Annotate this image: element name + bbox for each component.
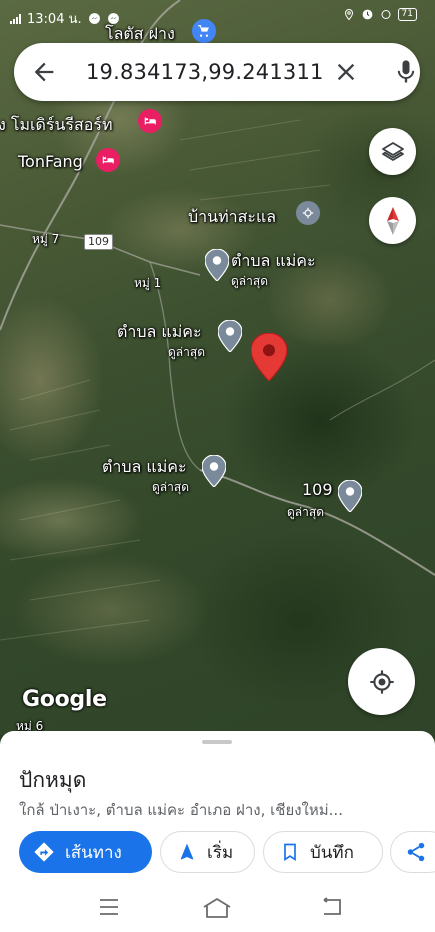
poi-label-resort[interactable]: ง โมเดิร์นรีสอร์ท: [0, 113, 113, 138]
place-title: ปักหมุด: [19, 768, 87, 792]
layers-icon: [381, 141, 404, 161]
place-label-tambon-3[interactable]: ตำบล แม่คะ: [102, 455, 187, 480]
compass-icon: [386, 206, 399, 235]
directions-button[interactable]: เส้นทาง: [19, 831, 152, 873]
battery-saver-icon: [381, 10, 391, 19]
alarm-icon: [362, 9, 372, 20]
village-label-moo1: หมู่ 1: [134, 276, 162, 290]
place-label-tambon-2[interactable]: ตำบล แม่คะ: [117, 320, 202, 345]
battery-level: 71: [397, 8, 417, 21]
messenger-icon: [107, 13, 119, 24]
layers-button[interactable]: [369, 128, 416, 175]
map-view[interactable]: โลตัส ฝาง ง โมเดิร์นรีสอร์ท TonFang บ้าน…: [0, 0, 435, 735]
place-sublabel-tambon-3: ดูล่าสุด: [152, 480, 190, 494]
place-sublabel-tambon-2: ดูล่าสุด: [168, 345, 206, 359]
place-sublabel-109: ดูล่าสุด: [287, 505, 325, 519]
start-button[interactable]: เริ่ม: [160, 831, 255, 873]
save-label: บันทึก: [310, 842, 354, 863]
status-bar: 13:04 น. 71: [0, 0, 435, 34]
home-icon[interactable]: [202, 897, 232, 919]
share-button[interactable]: [390, 831, 435, 873]
close-icon[interactable]: [332, 58, 360, 86]
search-bar[interactable]: 19.834173,99.241311: [14, 43, 420, 101]
route-badge-109: 109: [84, 234, 113, 250]
status-time: 13:04 น.: [27, 12, 82, 27]
recent-apps-icon[interactable]: [98, 897, 120, 917]
navigation-arrow-icon: [180, 843, 194, 860]
back-icon[interactable]: [320, 897, 344, 917]
google-attribution: Google: [22, 687, 107, 712]
place-label-109[interactable]: 109: [302, 480, 333, 499]
share-icon: [407, 842, 425, 862]
messenger-icon: [88, 13, 100, 24]
save-button[interactable]: บันทึก: [263, 831, 383, 873]
start-label: เริ่ม: [207, 842, 234, 863]
place-of-worship-icon[interactable]: [296, 201, 320, 225]
dropped-pin-icon[interactable]: [251, 333, 287, 381]
microphone-icon[interactable]: [392, 57, 420, 87]
map-pin-icon[interactable]: [218, 320, 242, 352]
place-address: ใกล้ ป่าเงาะ, ตำบล แม่คะ อำเภอ ฝาง, เชีย…: [19, 801, 343, 819]
bookmark-icon: [284, 843, 296, 862]
my-location-icon: [369, 669, 394, 694]
system-navigation-bar: [0, 885, 435, 932]
map-pin-icon[interactable]: [202, 455, 226, 487]
compass-button[interactable]: [369, 197, 416, 244]
search-query[interactable]: 19.834173,99.241311: [86, 60, 324, 84]
place-sublabel-tambon-1: ดูล่าสุด: [231, 274, 269, 288]
my-location-button[interactable]: [348, 648, 415, 715]
location-icon: [344, 8, 353, 21]
back-arrow-icon[interactable]: [30, 58, 58, 86]
poi-label-tonfang[interactable]: TonFang: [18, 152, 83, 171]
drag-handle[interactable]: [202, 740, 232, 744]
hotel-bed-icon[interactable]: [138, 109, 162, 133]
village-label-moo7: หมู่ 7: [32, 232, 60, 246]
poi-label-ban-tha[interactable]: บ้านท่าสะแล: [188, 205, 276, 230]
road-network: [0, 0, 435, 641]
place-label-tambon-1[interactable]: ตำบล แม่คะ: [231, 249, 316, 274]
signal-icon: [10, 13, 21, 24]
map-pin-icon[interactable]: [205, 249, 229, 281]
map-pin-icon[interactable]: [338, 480, 362, 512]
hotel-bed-icon[interactable]: [96, 148, 120, 172]
directions-label: เส้นทาง: [65, 842, 122, 863]
directions-icon: [34, 842, 54, 862]
